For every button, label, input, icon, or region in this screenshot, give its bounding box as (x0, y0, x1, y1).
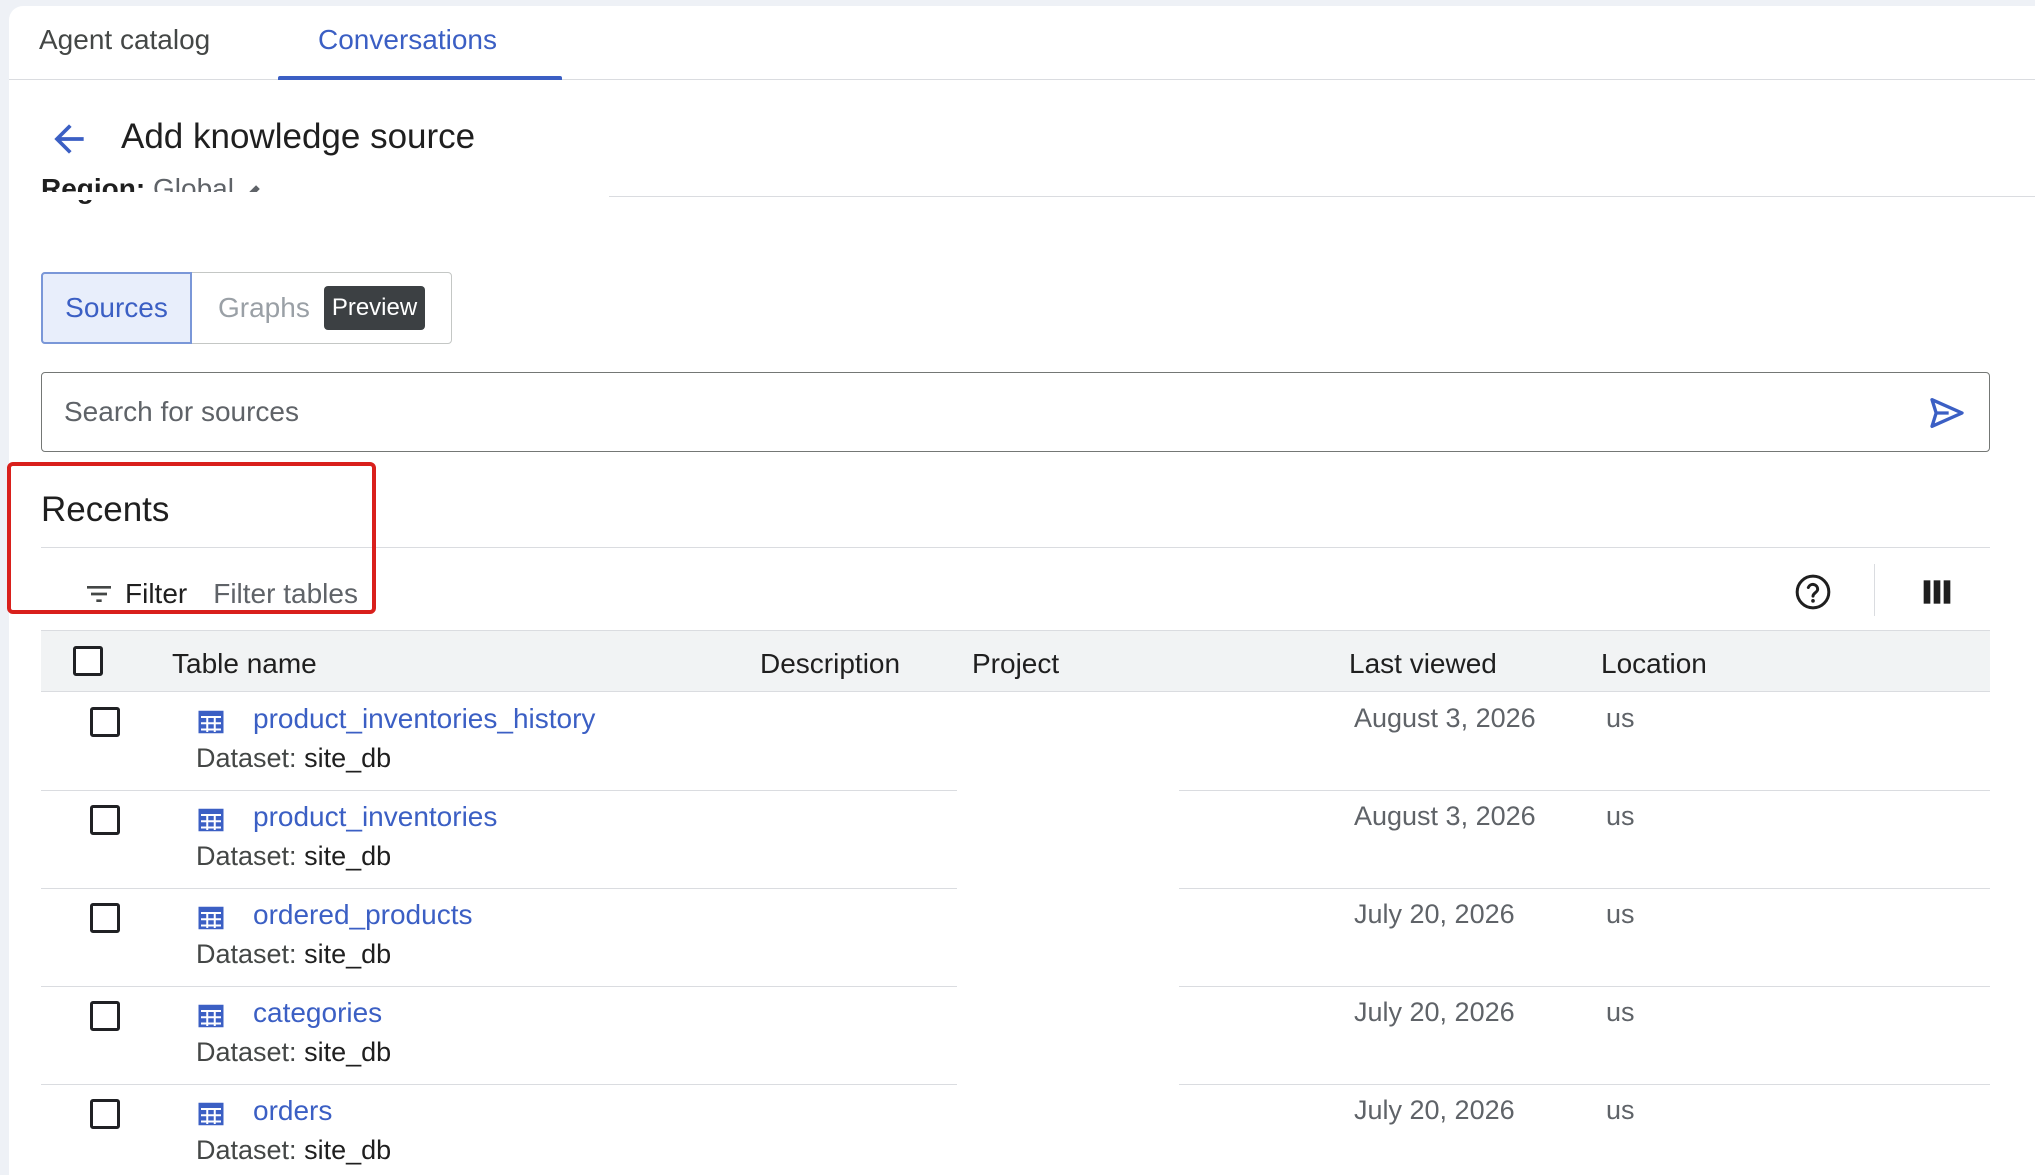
graphs-toggle-button[interactable]: Graphs Preview (192, 273, 451, 343)
search-input[interactable] (64, 389, 1864, 435)
location: us (1606, 997, 1635, 1027)
divider (41, 547, 1990, 548)
page-header: Add knowledge source (9, 81, 2035, 197)
table-row: categories Dataset: site_db July 20, 202… (41, 987, 1990, 1085)
table-row: product_inventories_history Dataset: sit… (41, 693, 1990, 791)
table-row: orders Dataset: site_db July 20, 2026 us (41, 1085, 1990, 1175)
select-all-checkbox[interactable] (73, 646, 103, 676)
last-viewed: July 20, 2026 (1354, 899, 1515, 929)
dataset-value: site_db (304, 1037, 392, 1067)
table-name-link[interactable]: product_inventories (253, 801, 497, 833)
table-icon (198, 808, 224, 832)
row-checkbox[interactable] (90, 1001, 120, 1031)
back-arrow-icon (54, 124, 84, 154)
sources-toggle-button[interactable]: Sources (41, 272, 192, 344)
col-last-viewed[interactable]: Last viewed (1349, 648, 1497, 680)
source-type-toggle: Sources Graphs Preview (41, 272, 452, 344)
filter-control[interactable]: Filter (83, 574, 414, 614)
dataset-key: Dataset: (196, 939, 297, 969)
tab-bar: Agent catalog Conversations (9, 6, 2035, 80)
dataset-value: site_db (304, 743, 392, 773)
table-name-link[interactable]: product_inventories_history (253, 703, 595, 735)
row-checkbox[interactable] (90, 903, 120, 933)
tab-agent-catalog[interactable]: Agent catalog (39, 24, 210, 80)
active-tab-indicator (278, 76, 562, 80)
help-button[interactable] (1793, 572, 1833, 612)
dataset-key: Dataset: (196, 1135, 297, 1165)
filter-label: Filter (125, 578, 188, 609)
row-checkbox[interactable] (90, 805, 120, 835)
back-button[interactable] (47, 117, 91, 161)
dataset-value: site_db (304, 841, 392, 871)
preview-badge: Preview (323, 286, 426, 330)
filter-icon (87, 586, 111, 602)
row-checkbox[interactable] (90, 1099, 120, 1129)
dataset-value: site_db (304, 939, 392, 969)
location: us (1606, 1095, 1635, 1125)
column-display-button[interactable] (1917, 572, 1957, 612)
table-row: ordered_products Dataset: site_db July 2… (41, 889, 1990, 987)
table-name-link[interactable]: orders (253, 1095, 332, 1127)
table-header: Table name Description Project Last view… (41, 630, 1990, 692)
col-description[interactable]: Description (760, 648, 900, 680)
table-icon (198, 1102, 224, 1126)
row-checkbox[interactable] (90, 707, 120, 737)
col-location[interactable]: Location (1601, 648, 1707, 680)
search-submit-button[interactable] (1927, 393, 1967, 433)
dataset-key: Dataset: (196, 841, 297, 871)
dataset-info: Dataset: site_db (196, 841, 391, 872)
recents-heading: Recents (41, 490, 170, 529)
search-box (41, 372, 1990, 452)
location: us (1606, 703, 1635, 733)
app-frame: Agent catalog Conversations Add knowledg… (9, 6, 2035, 1175)
col-table-name[interactable]: Table name (172, 648, 317, 680)
dataset-info: Dataset: site_db (196, 1135, 391, 1166)
last-viewed: August 3, 2026 (1354, 801, 1536, 831)
col-project[interactable]: Project (972, 648, 1059, 680)
table-icon (198, 1004, 224, 1028)
filter-tables-input[interactable] (213, 578, 414, 610)
table-row: product_inventories Dataset: site_db Aug… (41, 791, 1990, 889)
last-viewed: August 3, 2026 (1354, 703, 1536, 733)
send-icon (1930, 398, 1964, 428)
location: us (1606, 899, 1635, 929)
dataset-value: site_db (304, 1135, 392, 1165)
dataset-info: Dataset: site_db (196, 939, 391, 970)
table-icon (198, 906, 224, 930)
toolbar-divider (1874, 564, 1875, 616)
page-title: Add knowledge source (121, 117, 476, 156)
last-viewed: July 20, 2026 (1354, 997, 1515, 1027)
dataset-key: Dataset: (196, 1037, 297, 1067)
columns-icon (1923, 580, 1951, 604)
table-name-link[interactable]: categories (253, 997, 382, 1029)
table-icon (198, 710, 224, 734)
dataset-info: Dataset: site_db (196, 1037, 391, 1068)
dataset-info: Dataset: site_db (196, 743, 391, 774)
help-icon (1795, 574, 1831, 610)
table-name-link[interactable]: ordered_products (253, 899, 472, 931)
tab-conversations[interactable]: Conversations (318, 24, 497, 80)
graphs-label: Graphs (218, 292, 310, 323)
location: us (1606, 801, 1635, 831)
scroll-mask (9, 192, 609, 200)
dataset-key: Dataset: (196, 743, 297, 773)
last-viewed: July 20, 2026 (1354, 1095, 1515, 1125)
